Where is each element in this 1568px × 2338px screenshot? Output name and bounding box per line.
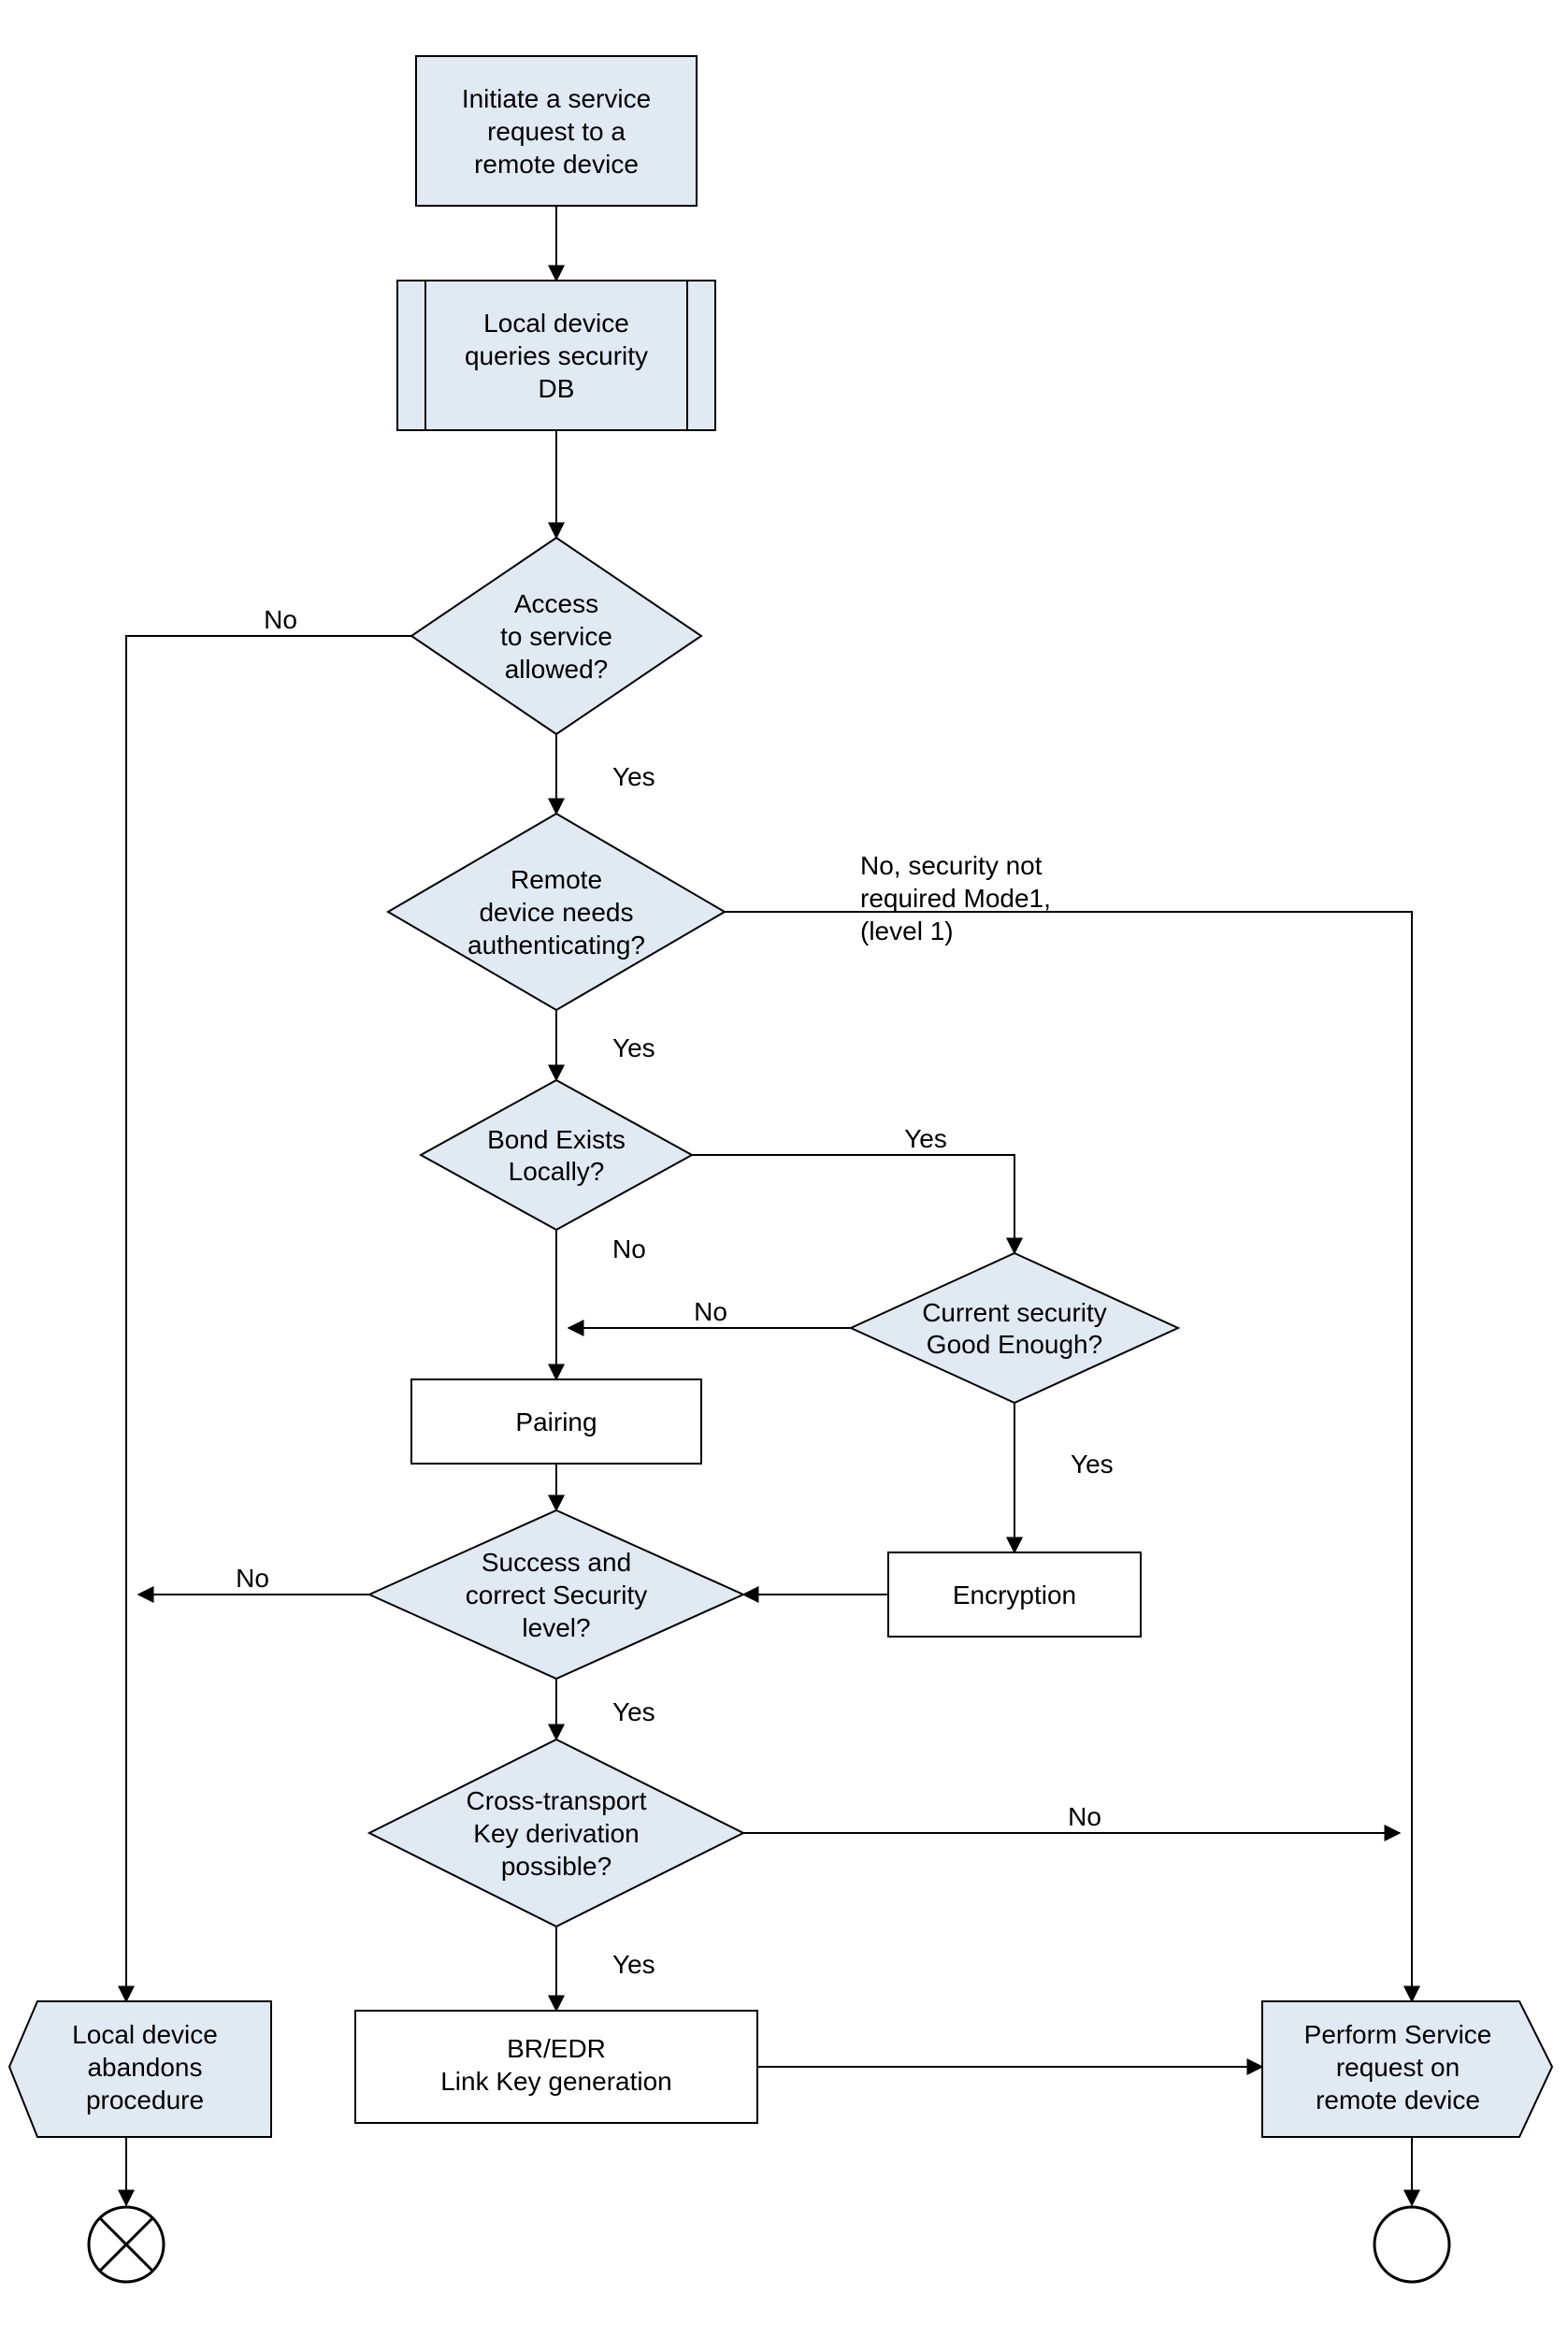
node-bredr-keygen: BR/EDR Link Key generation (355, 2011, 757, 2123)
edge-label-d6-no: No (1068, 1802, 1101, 1831)
node-text: DB (539, 374, 575, 403)
edge-label-d3-no: No (612, 1234, 646, 1263)
decision-cross-transport: Cross-transport Key derivation possible? (369, 1739, 743, 1927)
node-text: procedure (86, 2085, 204, 2114)
node-text: abandons (87, 2053, 202, 2082)
decision-security-good-enough: Current security Good Enough? (851, 1253, 1178, 1403)
edge-label-d2-no-l1: No, security not (860, 851, 1043, 880)
edge-label-d5-yes: Yes (612, 1697, 655, 1726)
node-text: possible? (501, 1852, 611, 1881)
edge-label-d1-yes: Yes (612, 762, 655, 791)
edge-label-d2-yes: Yes (612, 1033, 655, 1062)
node-text: Access (514, 589, 598, 618)
node-text: Current security (922, 1298, 1107, 1327)
decision-needs-auth: Remote device needs authenticating? (388, 814, 725, 1010)
node-text: Remote (511, 865, 602, 894)
edge-label-d2-no-l2: required Mode1, (860, 884, 1051, 913)
decision-bond-exists: Bond Exists Locally? (421, 1080, 692, 1230)
terminator-perform-request: Perform Service request on remote device (1262, 2001, 1552, 2137)
connector-end-x (89, 2207, 164, 2282)
connector-end-o (1374, 2207, 1449, 2282)
node-text: level? (522, 1613, 590, 1642)
node-text: Pairing (515, 1407, 597, 1436)
node-text: BR/EDR (507, 2034, 606, 2063)
node-text: correct Security (466, 1580, 648, 1609)
node-query-security-db: Local device queries security DB (397, 281, 715, 430)
node-text: request on (1336, 2053, 1460, 2082)
terminator-abandon: Local device abandons procedure (9, 2001, 271, 2137)
node-text: authenticating? (468, 931, 645, 960)
node-text: device needs (479, 898, 633, 927)
node-text: remote device (1316, 2085, 1480, 2114)
node-text: Initiate a service (462, 84, 651, 113)
edge-label-d6-yes: Yes (612, 1950, 655, 1979)
node-initiate-request: Initiate a service request to a remote d… (416, 56, 697, 206)
node-text: Key derivation (473, 1819, 639, 1848)
node-text: to service (500, 622, 612, 651)
edge-d1-t1 (126, 636, 411, 2001)
edge-label-d1-no: No (264, 605, 297, 634)
node-text: Bond Exists (487, 1125, 626, 1154)
node-text: Local device (483, 309, 629, 338)
node-text: Success and (482, 1548, 631, 1577)
edge-label-d4-yes: Yes (1071, 1450, 1114, 1479)
edge-d3-d4 (692, 1155, 1014, 1253)
node-text: remote device (474, 150, 639, 179)
node-text: Local device (72, 2020, 218, 2049)
node-text: queries security (465, 341, 648, 370)
node-text: Good Enough? (927, 1330, 1102, 1359)
node-text: Cross-transport (467, 1786, 647, 1815)
decision-access-allowed: Access to service allowed? (411, 538, 701, 734)
node-text: request to a (487, 117, 626, 146)
node-pairing: Pairing (411, 1379, 701, 1464)
edge-label-d3-yes: Yes (904, 1124, 947, 1153)
decision-success-level: Success and correct Security level? (369, 1510, 743, 1679)
edge-d2-t2 (725, 912, 1412, 2001)
edge-label-d4-no: No (694, 1297, 727, 1326)
node-text: Encryption (953, 1580, 1076, 1609)
node-text: Perform Service (1304, 2020, 1492, 2049)
node-text: Link Key generation (440, 2067, 672, 2096)
edge-label-d5-no: No (236, 1564, 269, 1593)
flowchart-canvas: No Yes No, security not required Mode1, … (0, 0, 1568, 2338)
node-encryption: Encryption (888, 1552, 1141, 1637)
node-text: Locally? (509, 1157, 605, 1186)
edge-label-d2-no-l3: (level 1) (860, 916, 954, 945)
node-text: allowed? (505, 655, 609, 684)
